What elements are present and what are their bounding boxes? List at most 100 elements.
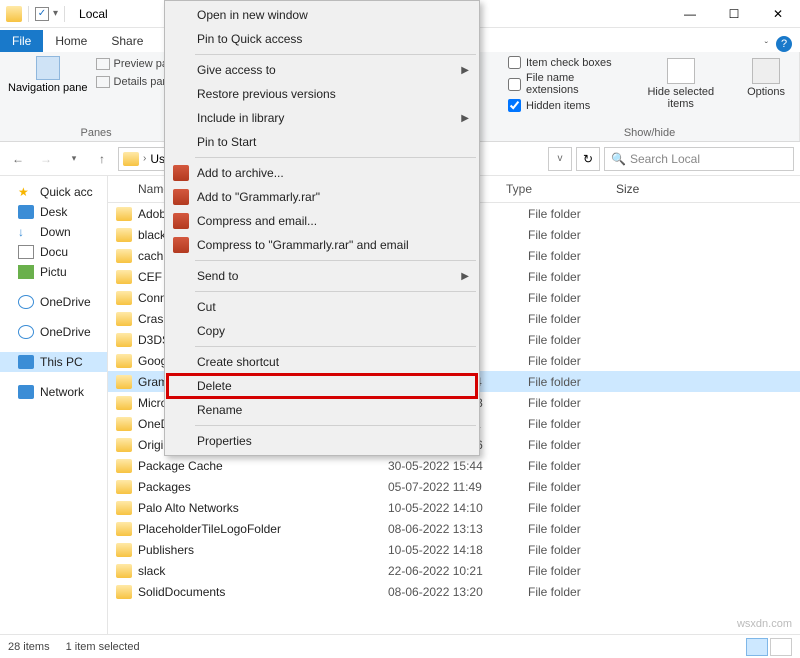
file-name: PlaceholderTileLogoFolder (138, 522, 388, 536)
rar-icon (173, 189, 189, 205)
qat-checkbox-icon[interactable]: ✓ (35, 7, 49, 21)
file-type: File folder (528, 333, 638, 347)
hide-selected-items-button[interactable]: Hide selected items (631, 56, 732, 112)
tab-home[interactable]: Home (43, 30, 99, 52)
tab-share[interactable]: Share (99, 30, 155, 52)
search-placeholder: Search Local (630, 152, 700, 166)
pictures-icon (18, 265, 34, 279)
file-row[interactable]: slack22-06-2022 10:21File folder (108, 560, 800, 581)
menu-delete[interactable]: Delete (167, 374, 477, 398)
menu-open-new-window[interactable]: Open in new window (167, 3, 477, 27)
file-row[interactable]: Palo Alto Networks10-05-2022 14:10File f… (108, 497, 800, 518)
item-check-boxes-checkbox[interactable] (508, 56, 521, 69)
folder-icon (116, 438, 132, 452)
menu-compress-email[interactable]: Compress and email... (167, 209, 477, 233)
watermark: wsxdn.com (737, 618, 792, 630)
sidebar-desktop[interactable]: Desk (0, 202, 107, 222)
menu-rename[interactable]: Rename (167, 398, 477, 422)
folder-icon (116, 333, 132, 347)
menu-send-to[interactable]: Send to▶ (167, 264, 477, 288)
details-view-button[interactable] (746, 638, 768, 656)
folder-icon (116, 312, 132, 326)
search-box[interactable]: 🔍 Search Local (604, 147, 794, 171)
cloud-icon (18, 325, 34, 339)
column-type[interactable]: Type (498, 176, 608, 202)
folder-icon (116, 501, 132, 515)
refresh-button[interactable]: ↻ (576, 147, 600, 171)
rar-icon (173, 213, 189, 229)
recent-locations-button[interactable]: ▾ (62, 147, 86, 171)
sidebar-onedrive-1[interactable]: OneDrive (0, 292, 107, 312)
menu-copy[interactable]: Copy (167, 319, 477, 343)
minimize-button[interactable]: — (668, 0, 712, 28)
icons-view-button[interactable] (770, 638, 792, 656)
folder-icon (116, 417, 132, 431)
forward-button[interactable]: → (34, 147, 58, 171)
menu-pin-start[interactable]: Pin to Start (167, 130, 477, 154)
item-check-boxes-option[interactable]: Item check boxes (508, 56, 621, 69)
navigation-sidebar: ★Quick acc Desk ↓Down Docu Pictu OneDriv… (0, 176, 108, 634)
navigation-pane-button[interactable]: Navigation pane (8, 56, 88, 94)
tab-file[interactable]: File (0, 30, 43, 52)
file-type: File folder (528, 354, 638, 368)
menu-restore-previous[interactable]: Restore previous versions (167, 82, 477, 106)
close-button[interactable]: ✕ (756, 0, 800, 28)
menu-compress-rar-email[interactable]: Compress to "Grammarly.rar" and email (167, 233, 477, 257)
up-button[interactable]: ↑ (90, 147, 114, 171)
sidebar-pictures[interactable]: Pictu (0, 262, 107, 282)
sidebar-network[interactable]: Network (0, 382, 107, 402)
sidebar-downloads[interactable]: ↓Down (0, 222, 107, 242)
hidden-items-checkbox[interactable] (508, 99, 521, 112)
file-row[interactable]: Package Cache30-05-2022 15:44File folder (108, 455, 800, 476)
collapse-ribbon-icon[interactable]: ˇ (765, 41, 768, 52)
help-icon[interactable]: ? (776, 36, 792, 52)
preview-pane-icon (96, 58, 110, 70)
details-pane-icon (96, 76, 110, 88)
file-type: File folder (528, 417, 638, 431)
file-type: File folder (528, 564, 638, 578)
hidden-items-option[interactable]: Hidden items (508, 99, 621, 112)
file-row[interactable]: SolidDocuments08-06-2022 13:20File folde… (108, 581, 800, 602)
menu-cut[interactable]: Cut (167, 295, 477, 319)
file-type: File folder (528, 438, 638, 452)
file-type: File folder (528, 501, 638, 515)
menu-give-access-to[interactable]: Give access to▶ (167, 58, 477, 82)
downloads-icon: ↓ (18, 225, 34, 239)
menu-create-shortcut[interactable]: Create shortcut (167, 350, 477, 374)
panes-group-label: Panes (80, 127, 111, 139)
sidebar-quick-access[interactable]: ★Quick acc (0, 182, 107, 202)
options-button[interactable]: Options (741, 56, 791, 112)
column-size[interactable]: Size (608, 176, 688, 202)
file-name-extensions-option[interactable]: File name extensions (508, 72, 621, 96)
file-date: 10-05-2022 14:18 (388, 543, 528, 557)
file-name: Packages (138, 480, 388, 494)
file-type: File folder (528, 312, 638, 326)
file-name-extensions-checkbox[interactable] (508, 78, 521, 91)
menu-properties[interactable]: Properties (167, 429, 477, 453)
file-row[interactable]: PlaceholderTileLogoFolder08-06-2022 13:1… (108, 518, 800, 539)
folder-icon (116, 459, 132, 473)
menu-pin-quick-access[interactable]: Pin to Quick access (167, 27, 477, 51)
sidebar-onedrive-2[interactable]: OneDrive (0, 322, 107, 342)
rar-icon (173, 165, 189, 181)
menu-add-to-archive[interactable]: Add to archive... (167, 161, 477, 185)
address-dropdown-button[interactable]: v (548, 147, 572, 171)
search-icon: 🔍 (611, 152, 626, 166)
menu-add-to-rar[interactable]: Add to "Grammarly.rar" (167, 185, 477, 209)
file-name: Palo Alto Networks (138, 501, 388, 515)
sidebar-documents[interactable]: Docu (0, 242, 107, 262)
file-date: 10-05-2022 14:10 (388, 501, 528, 515)
folder-icon (116, 480, 132, 494)
context-menu: Open in new window Pin to Quick access G… (164, 0, 480, 456)
sidebar-this-pc[interactable]: This PC (0, 352, 107, 372)
folder-icon (116, 564, 132, 578)
menu-include-library[interactable]: Include in library▶ (167, 106, 477, 130)
file-type: File folder (528, 522, 638, 536)
folder-icon (116, 228, 132, 242)
back-button[interactable]: ← (6, 147, 30, 171)
file-row[interactable]: Publishers10-05-2022 14:18File folder (108, 539, 800, 560)
file-row[interactable]: Packages05-07-2022 11:49File folder (108, 476, 800, 497)
file-type: File folder (528, 459, 638, 473)
file-type: File folder (528, 249, 638, 263)
maximize-button[interactable]: ☐ (712, 0, 756, 28)
